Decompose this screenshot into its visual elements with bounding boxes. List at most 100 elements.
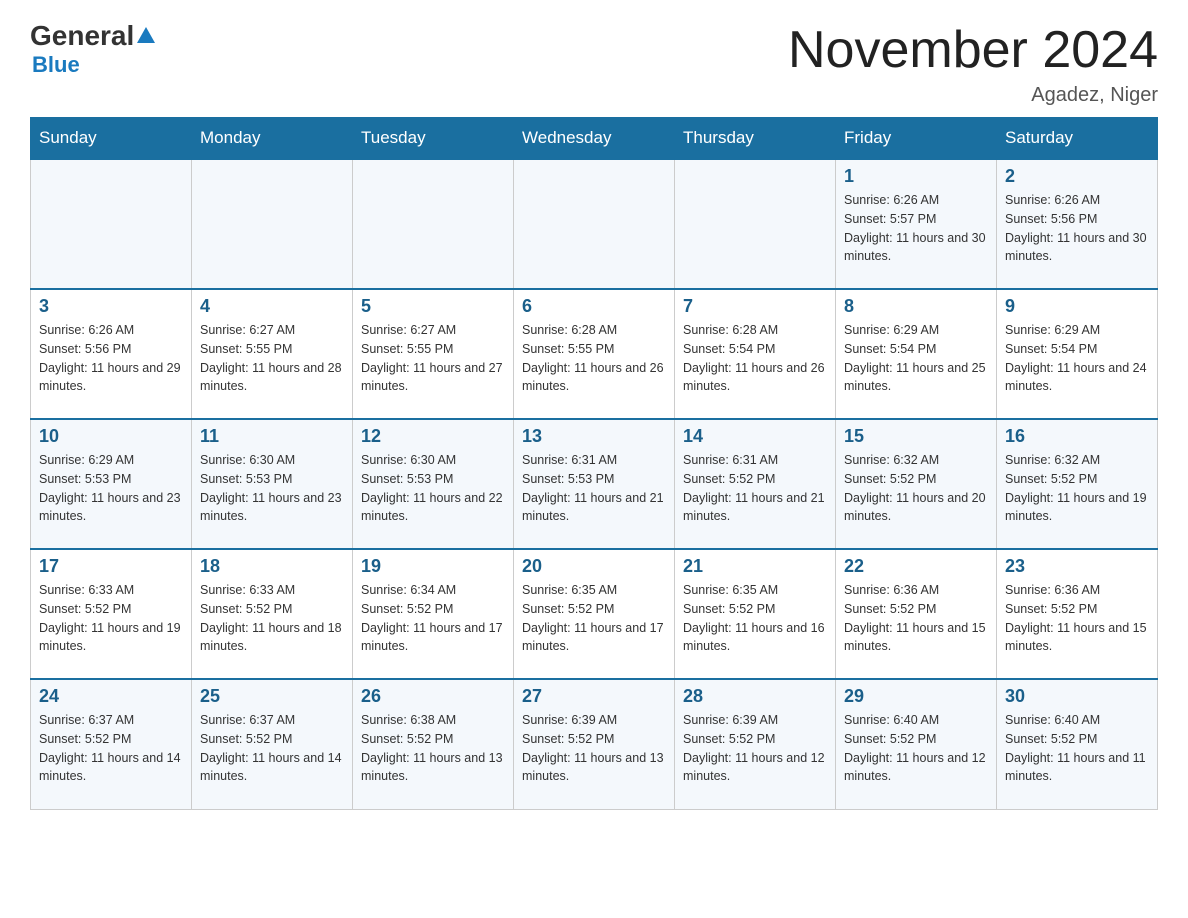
cell-2-2: 4 Sunrise: 6:27 AMSunset: 5:55 PMDaylight… [192, 289, 353, 419]
cell-day-number: 6 [522, 296, 666, 317]
cell-1-4 [514, 159, 675, 289]
cell-day-number: 10 [39, 426, 183, 447]
cell-4-4: 20Sunrise: 6:35 AMSunset: 5:52 PMDayligh… [514, 549, 675, 679]
cell-5-6: 29 Sunrise: 6:40 AMSunset: 5:52 PMDayligh… [836, 679, 997, 809]
week-row-4: 17 Sunrise: 6:33 AMSunset: 5:52 PMDayligh… [31, 549, 1158, 679]
cell-day-number: 15 [844, 426, 988, 447]
cell-5-4: 27 Sunrise: 6:39 AMSunset: 5:52 PMDayligh… [514, 679, 675, 809]
week-row-3: 10Sunrise: 6:29 AMSunset: 5:53 PMDayligh… [31, 419, 1158, 549]
cell-day-number: 18 [200, 556, 344, 577]
cell-sun-info: Sunrise: 6:30 AMSunset: 5:53 PMDaylight:… [361, 451, 505, 526]
cell-day-number: 14 [683, 426, 827, 447]
cell-4-5: 21Sunrise: 6:35 AMSunset: 5:52 PMDayligh… [675, 549, 836, 679]
cell-day-number: 1 [844, 166, 988, 187]
cell-sun-info: Sunrise: 6:32 AMSunset: 5:52 PMDaylight:… [844, 451, 988, 526]
cell-day-number: 5 [361, 296, 505, 317]
cell-1-5 [675, 159, 836, 289]
cell-day-number: 21 [683, 556, 827, 577]
cell-5-1: 24 Sunrise: 6:37 AMSunset: 5:52 PMDayligh… [31, 679, 192, 809]
cell-sun-info: Sunrise: 6:37 AMSunset: 5:52 PMDaylight:… [200, 711, 344, 786]
cell-sun-info: Sunrise: 6:39 AMSunset: 5:52 PMDaylight:… [522, 711, 666, 786]
cell-sun-info: Sunrise: 6:28 AMSunset: 5:54 PMDaylight:… [683, 321, 827, 396]
cell-2-3: 5 Sunrise: 6:27 AMSunset: 5:55 PMDaylight… [353, 289, 514, 419]
cell-3-2: 11 Sunrise: 6:30 AMSunset: 5:53 PMDayligh… [192, 419, 353, 549]
cell-sun-info: Sunrise: 6:34 AMSunset: 5:52 PMDaylight:… [361, 581, 505, 656]
cell-5-5: 28 Sunrise: 6:39 AMSunset: 5:52 PMDayligh… [675, 679, 836, 809]
cell-sun-info: Sunrise: 6:27 AMSunset: 5:55 PMDaylight:… [200, 321, 344, 396]
cell-sun-info: Sunrise: 6:32 AMSunset: 5:52 PMDaylight:… [1005, 451, 1149, 526]
cell-day-number: 19 [361, 556, 505, 577]
logo-blue-text: Blue [32, 52, 80, 78]
header-saturday: Saturday [997, 118, 1158, 160]
cell-4-7: 23 Sunrise: 6:36 AMSunset: 5:52 PMDayligh… [997, 549, 1158, 679]
cell-sun-info: Sunrise: 6:40 AMSunset: 5:52 PMDaylight:… [1005, 711, 1149, 786]
cell-2-1: 3 Sunrise: 6:26 AMSunset: 5:56 PMDaylight… [31, 289, 192, 419]
cell-sun-info: Sunrise: 6:30 AMSunset: 5:53 PMDaylight:… [200, 451, 344, 526]
cell-day-number: 29 [844, 686, 988, 707]
cell-day-number: 26 [361, 686, 505, 707]
logo-triangle-icon [135, 25, 157, 47]
cell-sun-info: Sunrise: 6:33 AMSunset: 5:52 PMDaylight:… [200, 581, 344, 656]
cell-2-7: 9 Sunrise: 6:29 AMSunset: 5:54 PMDaylight… [997, 289, 1158, 419]
location: Agadez, Niger [788, 84, 1158, 107]
cell-2-4: 6 Sunrise: 6:28 AMSunset: 5:55 PMDaylight… [514, 289, 675, 419]
cell-day-number: 24 [39, 686, 183, 707]
cell-sun-info: Sunrise: 6:35 AMSunset: 5:52 PMDaylight:… [522, 581, 666, 656]
cell-day-number: 23 [1005, 556, 1149, 577]
header-tuesday: Tuesday [353, 118, 514, 160]
cell-day-number: 30 [1005, 686, 1149, 707]
cell-sun-info: Sunrise: 6:36 AMSunset: 5:52 PMDaylight:… [844, 581, 988, 656]
logo-general-text: General [30, 20, 134, 52]
cell-5-2: 25 Sunrise: 6:37 AMSunset: 5:52 PMDayligh… [192, 679, 353, 809]
cell-sun-info: Sunrise: 6:40 AMSunset: 5:52 PMDaylight:… [844, 711, 988, 786]
header-friday: Friday [836, 118, 997, 160]
cell-2-6: 8Sunrise: 6:29 AMSunset: 5:54 PMDaylight… [836, 289, 997, 419]
cell-sun-info: Sunrise: 6:36 AMSunset: 5:52 PMDaylight:… [1005, 581, 1149, 656]
cell-3-5: 14Sunrise: 6:31 AMSunset: 5:52 PMDayligh… [675, 419, 836, 549]
cell-sun-info: Sunrise: 6:26 AMSunset: 5:56 PMDaylight:… [1005, 191, 1149, 266]
cell-3-7: 16 Sunrise: 6:32 AMSunset: 5:52 PMDayligh… [997, 419, 1158, 549]
cell-day-number: 11 [200, 426, 344, 447]
header-thursday: Thursday [675, 118, 836, 160]
cell-day-number: 16 [1005, 426, 1149, 447]
cell-day-number: 22 [844, 556, 988, 577]
cell-1-1 [31, 159, 192, 289]
calendar-header-row: Sunday Monday Tuesday Wednesday Thursday… [31, 118, 1158, 160]
week-row-1: 1Sunrise: 6:26 AMSunset: 5:57 PMDaylight… [31, 159, 1158, 289]
header-sunday: Sunday [31, 118, 192, 160]
cell-sun-info: Sunrise: 6:37 AMSunset: 5:52 PMDaylight:… [39, 711, 183, 786]
cell-day-number: 17 [39, 556, 183, 577]
cell-sun-info: Sunrise: 6:33 AMSunset: 5:52 PMDaylight:… [39, 581, 183, 656]
cell-day-number: 12 [361, 426, 505, 447]
cell-4-1: 17 Sunrise: 6:33 AMSunset: 5:52 PMDayligh… [31, 549, 192, 679]
logo: General [30, 20, 158, 52]
week-row-2: 3 Sunrise: 6:26 AMSunset: 5:56 PMDaylight… [31, 289, 1158, 419]
title-area: November 2024 Agadez, Niger [788, 20, 1158, 107]
cell-3-4: 13 Sunrise: 6:31 AMSunset: 5:53 PMDayligh… [514, 419, 675, 549]
cell-day-number: 28 [683, 686, 827, 707]
cell-sun-info: Sunrise: 6:29 AMSunset: 5:54 PMDaylight:… [844, 321, 988, 396]
cell-sun-info: Sunrise: 6:39 AMSunset: 5:52 PMDaylight:… [683, 711, 827, 786]
week-row-5: 24 Sunrise: 6:37 AMSunset: 5:52 PMDayligh… [31, 679, 1158, 809]
cell-5-3: 26 Sunrise: 6:38 AMSunset: 5:52 PMDayligh… [353, 679, 514, 809]
cell-sun-info: Sunrise: 6:29 AMSunset: 5:54 PMDaylight:… [1005, 321, 1149, 396]
cell-5-7: 30 Sunrise: 6:40 AMSunset: 5:52 PMDayligh… [997, 679, 1158, 809]
cell-1-6: 1Sunrise: 6:26 AMSunset: 5:57 PMDaylight… [836, 159, 997, 289]
cell-day-number: 27 [522, 686, 666, 707]
cell-day-number: 4 [200, 296, 344, 317]
cell-day-number: 25 [200, 686, 344, 707]
cell-1-2 [192, 159, 353, 289]
cell-day-number: 3 [39, 296, 183, 317]
cell-3-6: 15 Sunrise: 6:32 AMSunset: 5:52 PMDayligh… [836, 419, 997, 549]
cell-day-number: 13 [522, 426, 666, 447]
cell-3-3: 12 Sunrise: 6:30 AMSunset: 5:53 PMDayligh… [353, 419, 514, 549]
cell-sun-info: Sunrise: 6:31 AMSunset: 5:53 PMDaylight:… [522, 451, 666, 526]
cell-sun-info: Sunrise: 6:26 AMSunset: 5:56 PMDaylight:… [39, 321, 183, 396]
header-monday: Monday [192, 118, 353, 160]
cell-sun-info: Sunrise: 6:28 AMSunset: 5:55 PMDaylight:… [522, 321, 666, 396]
cell-1-3 [353, 159, 514, 289]
cell-day-number: 9 [1005, 296, 1149, 317]
cell-sun-info: Sunrise: 6:27 AMSunset: 5:55 PMDaylight:… [361, 321, 505, 396]
cell-sun-info: Sunrise: 6:38 AMSunset: 5:52 PMDaylight:… [361, 711, 505, 786]
logo-area: General Blue [30, 20, 158, 78]
